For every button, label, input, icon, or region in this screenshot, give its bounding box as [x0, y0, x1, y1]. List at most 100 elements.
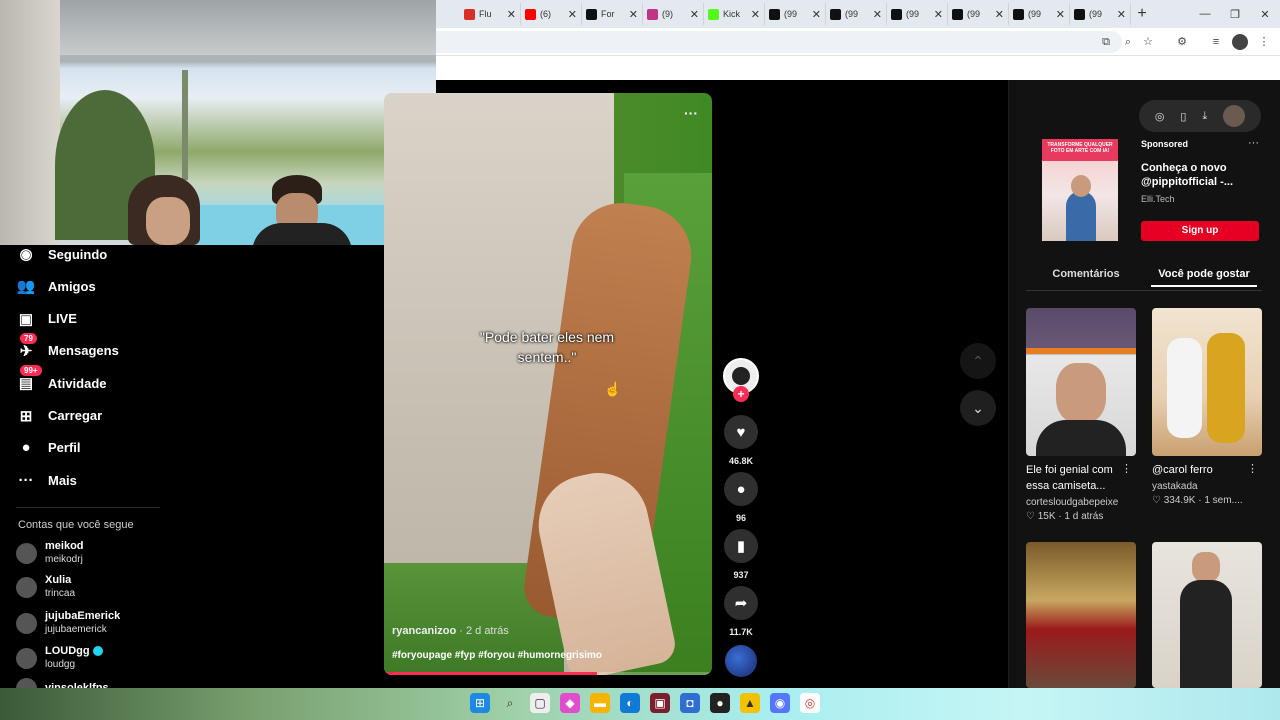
tab-close-icon[interactable]: ✕	[995, 8, 1004, 21]
comment-icon[interactable]: ●	[724, 472, 758, 506]
browser-tab[interactable]: (6) ✕	[521, 3, 582, 25]
like-button[interactable]: ♥ 46.8K	[723, 415, 759, 466]
comment-button[interactable]: ● 96	[723, 472, 759, 523]
profile-avatar-icon[interactable]	[1232, 34, 1248, 50]
video-author[interactable]: ryancanizoo · 2 d atrás	[392, 625, 509, 637]
file-icon[interactable]: ▢	[530, 693, 550, 713]
browser-tab[interactable]: For ✕	[582, 3, 643, 25]
download-icon[interactable]: ⤓	[1202, 110, 1207, 123]
discord-icon[interactable]: ◉	[770, 693, 790, 713]
sidebar-item-amigos[interactable]: 👥 Amigos	[16, 276, 96, 296]
previous-video-button[interactable]: ⌃	[960, 343, 996, 379]
browser-tab[interactable]: (99 ✕	[826, 3, 887, 25]
video-author-name[interactable]: ryancanizoo	[392, 625, 456, 637]
user-avatar[interactable]	[1223, 105, 1246, 127]
tab-close-icon[interactable]: ✕	[690, 8, 699, 21]
search-icon[interactable]: ⌕	[500, 693, 520, 713]
avatar[interactable]	[16, 647, 37, 669]
card-thumbnail[interactable]	[1026, 542, 1136, 688]
share-icon[interactable]: ➦	[724, 586, 758, 620]
followed-account[interactable]: meikod meikodrj	[16, 540, 84, 566]
ad-image[interactable]: TRANSFORME QUALQUER FOTO EM ARTE COM IA!	[1042, 139, 1118, 241]
avatar[interactable]	[16, 612, 37, 634]
copilot-icon[interactable]: ◆	[560, 693, 580, 713]
minimize-button[interactable]: —	[1190, 0, 1220, 28]
terminal-icon[interactable]: ▣	[650, 693, 670, 713]
card-thumbnail[interactable]	[1152, 542, 1262, 688]
start-icon[interactable]: ⊞	[470, 693, 490, 713]
tab-comments[interactable]: Comentários	[1036, 268, 1136, 280]
avatar[interactable]	[16, 542, 37, 564]
browser-tab[interactable]: Kick ✕	[704, 3, 765, 25]
card-more-icon[interactable]: ⋮	[1247, 462, 1258, 475]
suggested-card[interactable]: @carol ferro ⋮ yastakada ♡ 334.9K · 1 se…	[1152, 308, 1262, 506]
share-button[interactable]: ➦ 11.7K	[723, 586, 759, 637]
sound-disc-icon[interactable]	[725, 645, 757, 677]
tab-close-icon[interactable]: ✕	[1056, 8, 1065, 21]
suggested-card[interactable]	[1152, 542, 1262, 688]
tab-close-icon[interactable]: ✕	[934, 8, 943, 21]
tab-suggested[interactable]: Você pode gostar	[1151, 268, 1257, 287]
sidebar-item-mensagens[interactable]: ✈ 79 Mensagens	[16, 332, 119, 361]
browser-tab[interactable]: (9) ✕	[643, 3, 704, 25]
browser-menu-icon[interactable]: ⋮	[1256, 34, 1272, 50]
tab-close-icon[interactable]: ✕	[568, 8, 577, 21]
maximize-button[interactable]: ❐	[1220, 0, 1250, 28]
card-more-icon[interactable]: ⋮	[1121, 462, 1132, 475]
sidebar-item-seguindo[interactable]: ◉ Seguindo	[16, 244, 107, 264]
browser-tab[interactable]: (99 ✕	[887, 3, 948, 25]
zoom-icon[interactable]: ⌕	[1120, 34, 1136, 50]
media-icon[interactable]: ≡	[1208, 34, 1224, 50]
sidebar-item-atividade[interactable]: ▤ 99+ Atividade	[16, 365, 107, 393]
sidebar-item-live[interactable]: ▣ LIVE	[16, 309, 77, 329]
ad-signup-button[interactable]: Sign up	[1141, 221, 1259, 241]
chrome-icon[interactable]: ◎	[800, 693, 820, 713]
tab-close-icon[interactable]: ✕	[812, 8, 821, 21]
follow-plus-icon[interactable]: +	[733, 386, 749, 402]
folder-icon[interactable]: ▬	[590, 693, 610, 713]
sidebar-item-carregar[interactable]: ⊞ Carregar	[16, 406, 103, 426]
bookmark-star-icon[interactable]: ☆	[1140, 34, 1156, 50]
install-app-icon[interactable]: ⧉	[1098, 34, 1114, 50]
card-thumbnail[interactable]	[1026, 308, 1136, 456]
heart-icon[interactable]: ♥	[724, 415, 758, 449]
browser-tab[interactable]: (99 ✕	[1009, 3, 1070, 25]
browser-tab[interactable]: (99 ✕	[765, 3, 826, 25]
address-bar[interactable]	[436, 31, 1122, 53]
app-icon[interactable]: ◘	[680, 693, 700, 713]
video-more-icon[interactable]: ···	[684, 105, 698, 121]
new-tab-button[interactable]: +	[1131, 5, 1153, 23]
mobile-icon[interactable]: ▯	[1180, 110, 1186, 123]
compass-icon[interactable]: ◎	[1155, 110, 1165, 123]
followed-account[interactable]: jujubaEmerick jujubaemerick	[16, 610, 120, 636]
creator-avatar-button[interactable]: +	[723, 358, 759, 402]
card-user[interactable]: cortesloudgabepeixe	[1026, 496, 1136, 510]
next-video-button[interactable]: ⌄	[960, 390, 996, 426]
tab-close-icon[interactable]: ✕	[507, 8, 516, 21]
avatar[interactable]	[16, 576, 37, 598]
video-player[interactable]: ··· "Pode bater eles nem sentem.." ☝ rya…	[384, 93, 712, 675]
warning-icon[interactable]: ▲	[740, 693, 760, 713]
save-button[interactable]: ▮ 937	[723, 529, 759, 580]
video-progress-bar[interactable]	[384, 672, 712, 675]
tab-close-icon[interactable]: ✕	[751, 8, 760, 21]
bookmark-icon[interactable]: ▮	[724, 529, 758, 563]
edge-icon[interactable]: ◐	[620, 693, 640, 713]
followed-account[interactable]: LOUDgg loudgg	[16, 645, 103, 671]
tab-close-icon[interactable]: ✕	[1117, 8, 1126, 21]
tab-close-icon[interactable]: ✕	[629, 8, 638, 21]
sidebar-item-perfil[interactable]: ● Perfil	[16, 438, 80, 458]
video-hashtags[interactable]: #foryoupage #fyp #foryou #humornegrisimo	[392, 650, 602, 661]
followed-account[interactable]: Xulia trincaa	[16, 574, 75, 600]
extensions-icon[interactable]: ⚙	[1174, 34, 1190, 50]
ad-more-icon[interactable]: ···	[1248, 137, 1259, 149]
browser-tab[interactable]: Flu ✕	[460, 3, 521, 25]
suggested-card[interactable]: Ele foi genial com essa camiseta... ⋮ co…	[1026, 308, 1136, 522]
sidebar-item-mais[interactable]: ··· Mais	[16, 470, 77, 490]
browser-tab[interactable]: (99 ✕	[948, 3, 1009, 25]
tab-close-icon[interactable]: ✕	[873, 8, 882, 21]
obs-icon[interactable]: ●	[710, 693, 730, 713]
close-window-button[interactable]: ✕	[1250, 0, 1280, 28]
suggested-card[interactable]	[1026, 542, 1136, 688]
card-thumbnail[interactable]	[1152, 308, 1262, 456]
